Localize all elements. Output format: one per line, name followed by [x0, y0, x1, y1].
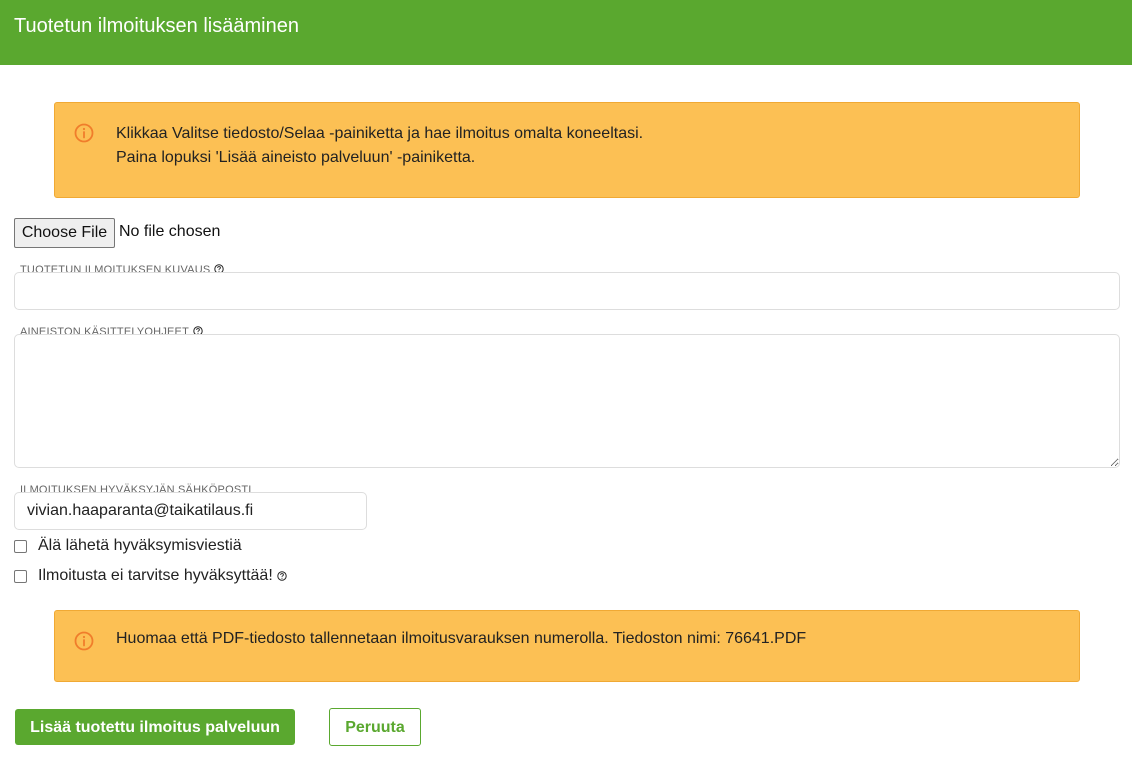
- handling-instructions-textarea[interactable]: [14, 334, 1120, 468]
- no-approval-message-checkbox[interactable]: [14, 540, 27, 553]
- no-approval-needed-checkbox[interactable]: [14, 570, 27, 583]
- description-input[interactable]: [14, 272, 1120, 310]
- filename-notice-alert: Huomaa että PDF-tiedosto tallennetaan il…: [54, 610, 1080, 682]
- cancel-button[interactable]: Peruuta: [329, 708, 421, 746]
- no-approval-message-label[interactable]: Älä lähetä hyväksymisviestiä: [38, 537, 242, 555]
- add-to-service-button[interactable]: Lisää tuotettu ilmoitus palveluun: [15, 709, 295, 745]
- page-header: Tuotetun ilmoituksen lisääminen: [0, 0, 1132, 65]
- info-circle-icon: [74, 631, 94, 651]
- filename-notice-text: Huomaa että PDF-tiedosto tallennetaan il…: [116, 630, 807, 647]
- question-circle-icon[interactable]: [277, 571, 287, 581]
- file-status-text: No file chosen: [119, 223, 221, 240]
- approver-email-input[interactable]: vivian.haaparanta@taikatilaus.fi: [14, 492, 367, 530]
- instructions-alert: Klikkaa Valitse tiedosto/Selaa -painiket…: [54, 102, 1080, 198]
- instructions-line-1: Klikkaa Valitse tiedosto/Selaa -painiket…: [116, 125, 644, 142]
- instructions-line-2: Paina lopuksi 'Lisää aineisto palveluun'…: [116, 149, 476, 166]
- info-circle-icon: [74, 123, 94, 143]
- choose-file-button[interactable]: Choose File: [14, 218, 115, 248]
- instructions-text: Klikkaa Valitse tiedosto/Selaa -painiket…: [116, 122, 643, 170]
- page-title: Tuotetun ilmoituksen lisääminen: [14, 15, 299, 37]
- no-approval-needed-label[interactable]: Ilmoitusta ei tarvitse hyväksyttää!: [38, 567, 287, 585]
